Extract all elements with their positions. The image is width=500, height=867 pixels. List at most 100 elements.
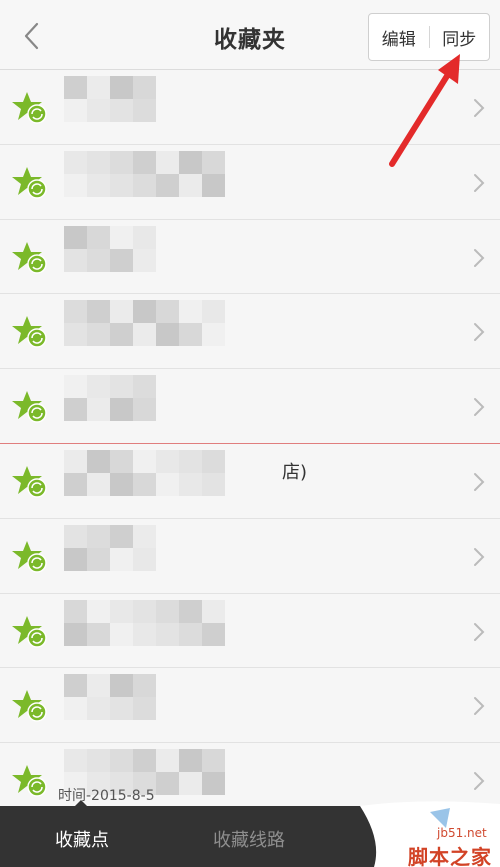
list-item[interactable]	[0, 144, 500, 220]
blur-block	[64, 375, 87, 399]
blur-block	[133, 398, 156, 422]
list-item[interactable]	[0, 518, 500, 594]
blur-block	[156, 449, 179, 473]
chevron-right-icon	[474, 398, 485, 417]
blur-block	[156, 772, 179, 796]
blur-block	[202, 622, 225, 646]
chevron-right-icon	[474, 547, 485, 566]
blur-block	[133, 524, 156, 548]
watermark-site: jb51.net	[437, 826, 487, 840]
blur-block	[179, 323, 202, 347]
blur-block	[64, 300, 87, 324]
blur-block	[179, 300, 202, 324]
chevron-right-icon	[474, 99, 485, 117]
blurred-text	[64, 524, 156, 585]
blur-block	[87, 173, 110, 197]
blur-block	[202, 323, 225, 347]
blur-block	[133, 472, 156, 496]
blur-block	[110, 524, 133, 548]
edit-button[interactable]: 编辑	[369, 25, 429, 50]
list-item[interactable]	[0, 668, 500, 744]
star-sync-icon	[12, 540, 47, 573]
header-actions: 编辑 同步	[368, 13, 490, 61]
star-sync-icon	[12, 92, 47, 124]
chevron-right-icon	[474, 472, 485, 491]
star-sync-icon	[12, 690, 47, 723]
blur-block	[64, 697, 87, 721]
blur-block	[110, 622, 133, 646]
blur-block	[202, 300, 225, 324]
blur-block	[64, 99, 87, 122]
blur-block	[179, 150, 202, 174]
blur-block	[87, 674, 110, 698]
blur-block	[110, 323, 133, 347]
chevron-right-icon	[474, 173, 485, 192]
blur-block	[133, 225, 156, 249]
chevron-right-icon	[474, 323, 485, 342]
blur-block	[202, 472, 225, 496]
blurred-text	[64, 449, 225, 510]
blur-block	[64, 449, 87, 473]
blur-block	[87, 300, 110, 324]
star-sync-icon	[12, 166, 47, 199]
chevron-right-icon	[474, 622, 485, 641]
blur-block	[87, 524, 110, 548]
blurred-text	[64, 225, 156, 286]
blur-block	[87, 398, 110, 422]
blur-block	[87, 622, 110, 646]
blurred-text	[64, 76, 156, 136]
blur-block	[110, 150, 133, 174]
list-item[interactable]	[0, 70, 500, 145]
blur-block	[64, 323, 87, 347]
blur-block	[110, 248, 133, 272]
blur-block	[133, 300, 156, 324]
blur-block	[156, 173, 179, 197]
list-item[interactable]	[0, 593, 500, 669]
blur-block	[156, 622, 179, 646]
blur-block	[64, 76, 87, 99]
blur-block	[156, 150, 179, 174]
blur-block	[202, 772, 225, 796]
blur-block	[87, 375, 110, 399]
blur-block	[133, 323, 156, 347]
blur-block	[156, 749, 179, 773]
blur-block	[133, 150, 156, 174]
tab-favorite-points[interactable]: 收藏点	[55, 826, 109, 852]
blur-block	[133, 99, 156, 122]
chevron-right-icon	[474, 248, 485, 267]
list-item[interactable]	[0, 219, 500, 295]
blur-block	[156, 599, 179, 623]
blur-block	[156, 323, 179, 347]
blur-block	[110, 674, 133, 698]
list-item[interactable]	[0, 294, 500, 370]
blurred-text	[64, 300, 225, 360]
blur-block	[87, 599, 110, 623]
blur-block	[110, 749, 133, 773]
blur-block	[110, 697, 133, 721]
blur-block	[202, 173, 225, 197]
blur-block	[133, 248, 156, 272]
blur-block	[202, 150, 225, 174]
blur-block	[87, 99, 110, 122]
blur-block	[64, 225, 87, 249]
blur-block	[133, 173, 156, 197]
blur-block	[87, 225, 110, 249]
blur-block	[110, 173, 133, 197]
sync-button[interactable]: 同步	[430, 25, 490, 50]
blur-block	[133, 375, 156, 399]
list-item[interactable]: 店)	[0, 443, 500, 519]
star-sync-icon	[12, 465, 47, 498]
blur-block	[64, 599, 87, 623]
blur-block	[110, 99, 133, 122]
blur-block	[64, 524, 87, 548]
blur-block	[110, 547, 133, 571]
blur-block	[64, 547, 87, 571]
blur-block	[64, 150, 87, 174]
watermark-name: 脚本之家	[408, 845, 492, 867]
tab-favorite-routes[interactable]: 收藏线路	[213, 826, 285, 852]
blur-block	[133, 749, 156, 773]
blur-block	[133, 674, 156, 698]
list-item[interactable]	[0, 369, 500, 444]
blur-block	[87, 76, 110, 99]
blur-block	[202, 599, 225, 623]
